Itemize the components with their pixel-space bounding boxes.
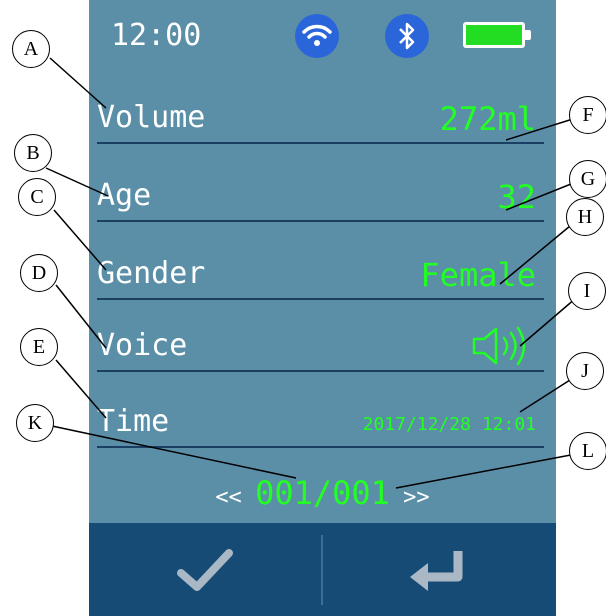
leader-line-g <box>505 181 577 211</box>
callout-h: H <box>566 198 604 236</box>
leader-line-k <box>51 425 297 479</box>
callout-f: F <box>569 96 606 134</box>
leader-line-h <box>499 225 571 285</box>
callout-a: A <box>12 30 50 68</box>
leader-line-a <box>49 57 107 109</box>
leader-line-i <box>519 297 577 347</box>
leader-line-l <box>395 453 577 489</box>
callout-e: E <box>20 328 58 366</box>
callout-g: G <box>569 160 606 198</box>
callout-c: C <box>18 178 56 216</box>
leader-line-c <box>53 209 107 271</box>
leader-line-j <box>519 379 571 413</box>
leader-line-f <box>505 117 577 141</box>
callout-j: J <box>566 352 604 390</box>
leader-line-e <box>55 359 107 419</box>
callout-b: B <box>14 134 52 172</box>
callout-leader-lines <box>45 57 577 489</box>
leader-line-d <box>55 284 107 349</box>
callout-d: D <box>20 254 58 292</box>
callout-k: K <box>16 404 54 442</box>
callout-i: I <box>568 272 606 310</box>
callout-l: L <box>569 432 606 470</box>
